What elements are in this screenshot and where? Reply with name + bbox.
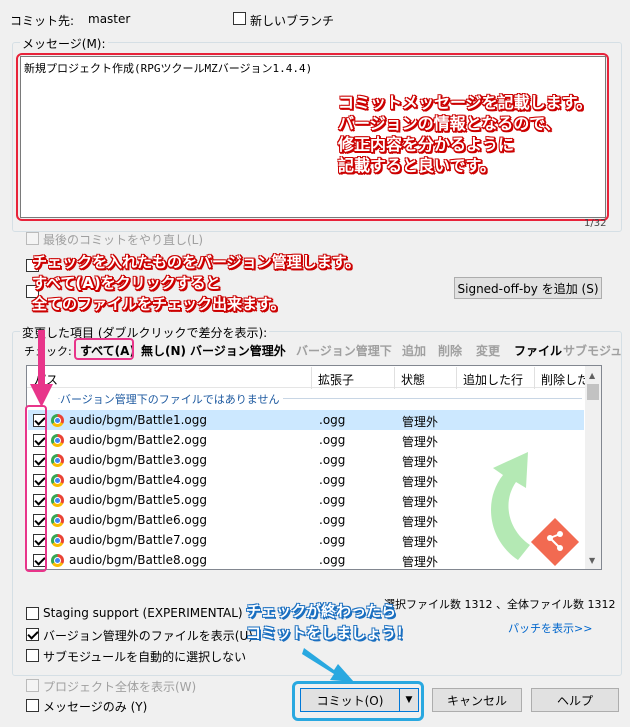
new-branch-label: 新しいブランチ — [250, 14, 335, 28]
filter-submodules-clip: サブモジュール — [560, 336, 622, 360]
column-deleted[interactable]: 削除した行 — [541, 371, 585, 388]
message-annotation: コミットメッセージを記載します。 バージョンの情報となるので、 修正内容を分かる… — [338, 93, 593, 175]
auto-select-submodules-checkbox[interactable] — [26, 648, 39, 662]
check-annotation: チェックを入れたものをバージョン管理します。 すべて(A)をクリックすると 全て… — [32, 253, 361, 313]
annotation-arrow-icon — [30, 330, 53, 407]
staging-support-checkbox[interactable] — [26, 606, 39, 620]
commit-dropdown-button[interactable]: ▼ — [399, 688, 419, 712]
signoff-button[interactable]: Signed-off-by を追加 (S) — [454, 277, 602, 299]
scroll-up-icon[interactable]: ▲ — [589, 371, 595, 380]
chevron-down-icon: ▼ — [405, 695, 413, 705]
changes-title: 変更した項目 (ダブルクリックで差分を表示): — [20, 324, 270, 341]
ogg-file-icon — [51, 554, 64, 567]
filter-versioned[interactable]: バージョン管理下 — [296, 342, 392, 359]
column-ext[interactable]: 拡張子 — [318, 371, 354, 388]
message-counter: 1/32 — [584, 218, 607, 229]
message-only-checkbox[interactable] — [26, 698, 39, 712]
staging-support-label: Staging support (EXPERIMENTAL) — [43, 606, 243, 620]
commit-annotation: チェックが終わったら コミットをしましょう！ — [246, 602, 412, 642]
filter-files[interactable]: ファイル — [514, 342, 562, 359]
amend-checkbox[interactable] — [26, 231, 39, 245]
filter-modified[interactable]: 変更 — [476, 342, 500, 359]
filter-deleted[interactable]: 削除 — [438, 342, 462, 359]
group-header: バージョン管理下のファイルではありません — [60, 391, 284, 407]
scroll-thumb[interactable] — [587, 384, 599, 400]
checkbox-column-highlight — [25, 405, 47, 572]
auto-select-submodules-label: サブモジュールを自動的に選択しない — [43, 650, 247, 664]
commit-to-label: コミット先: — [10, 14, 75, 28]
filter-all-highlight — [74, 338, 134, 360]
ogg-file-icon — [51, 434, 64, 447]
branch-name: master — [88, 12, 131, 26]
show-unversioned-checkbox[interactable] — [26, 627, 39, 641]
show-whole-project-checkbox[interactable] — [26, 678, 39, 692]
scroll-down-icon[interactable]: ▼ — [589, 556, 595, 565]
ogg-file-icon — [51, 514, 64, 527]
column-status[interactable]: 状態 — [401, 371, 425, 388]
message-only-label: メッセージのみ (Y) — [43, 700, 148, 714]
commit-button[interactable]: コミット(O) — [300, 688, 400, 712]
help-button[interactable]: ヘルプ — [531, 688, 619, 712]
new-branch-checkbox[interactable] — [233, 11, 246, 25]
ogg-file-icon — [51, 414, 64, 427]
ogg-file-icon — [51, 474, 64, 487]
filter-none[interactable]: 無し(N) — [141, 342, 186, 359]
commit-arrow-icon — [302, 648, 354, 682]
table-row[interactable]: audio/bgm/Battle1.ogg .ogg 管理外 — [28, 410, 584, 430]
filter-submodules[interactable]: サブモジュール — [563, 342, 622, 359]
ogg-file-icon — [51, 454, 64, 467]
show-patch-link[interactable]: パッチを表示>> — [508, 620, 592, 636]
amend-label: 最後のコミットをやり直し(L) — [43, 233, 204, 247]
show-whole-project-label: プロジェクト全体を表示(W) — [43, 680, 197, 694]
filter-added[interactable]: 追加 — [402, 342, 426, 359]
filter-unversioned[interactable]: バージョン管理外 — [190, 342, 286, 359]
message-label: メッセージ(M): — [20, 35, 108, 52]
tortoisegit-watermark-icon — [491, 452, 580, 567]
column-added[interactable]: 追加した行 — [463, 371, 523, 388]
show-unversioned-label: バージョン管理外のファイルを表示(U) — [43, 629, 253, 643]
ogg-file-icon — [51, 534, 64, 547]
group-header-row: バージョン管理下のファイルではありません — [28, 389, 584, 407]
ogg-file-icon — [51, 494, 64, 507]
cancel-button[interactable]: キャンセル — [432, 688, 522, 712]
file-count: 選択ファイル数 1312 、全体ファイル数 1312 — [384, 598, 616, 611]
